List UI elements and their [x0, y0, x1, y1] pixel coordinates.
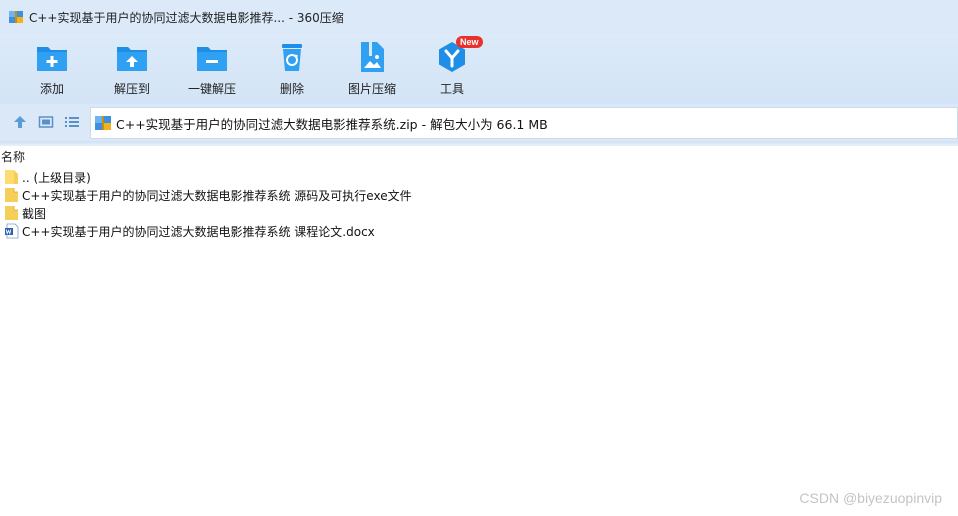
- address-field[interactable]: C++实现基于用户的协同过滤大数据电影推荐系统.zip - 解包大小为 66.1…: [90, 107, 958, 139]
- tools-button[interactable]: New 工具: [412, 36, 492, 97]
- view-list-icon[interactable]: [64, 114, 80, 130]
- extract-to-label: 解压到: [113, 82, 150, 96]
- folder-extract-icon: [117, 47, 147, 71]
- add-label: 添加: [39, 82, 64, 96]
- archive-app-icon: [9, 11, 23, 23]
- folder-document-icon: [5, 206, 18, 220]
- add-button[interactable]: 添加: [12, 40, 92, 97]
- delete-label: 删除: [279, 82, 304, 96]
- view-thumbnail-icon[interactable]: [38, 114, 54, 130]
- one-click-extract-label: 一键解压: [187, 82, 236, 96]
- toolbar: 添加 解压到 一键解压 删除 图片压缩 New 工具: [0, 34, 958, 104]
- folder-minus-icon: [197, 47, 227, 71]
- column-name-label: 名称: [1, 149, 26, 164]
- one-click-extract-button[interactable]: 一键解压: [172, 40, 252, 97]
- image-compress-button[interactable]: 图片压缩: [332, 40, 412, 97]
- window-title: C++实现基于用户的协同过滤大数据电影推荐... - 360压缩: [29, 10, 344, 25]
- tools-label: 工具: [439, 82, 464, 96]
- folder-icon: [5, 170, 18, 184]
- column-header[interactable]: 名称: [0, 146, 958, 166]
- file-name: 截图: [22, 206, 47, 221]
- folder-document-icon: [5, 188, 18, 202]
- list-item[interactable]: C++实现基于用户的协同过滤大数据电影推荐系统 课程论文.docx: [0, 222, 958, 240]
- path-bar: C++实现基于用户的协同过滤大数据电影推荐系统.zip - 解包大小为 66.1…: [0, 104, 958, 141]
- extract-to-button[interactable]: 解压到: [92, 40, 172, 97]
- recycle-bin-icon: [282, 44, 302, 71]
- list-item[interactable]: 截图: [0, 204, 958, 222]
- image-compress-label: 图片压缩: [347, 82, 396, 96]
- folder-add-icon: [37, 47, 67, 71]
- image-zip-icon: [361, 42, 384, 72]
- file-name: C++实现基于用户的协同过滤大数据电影推荐系统 课程论文.docx: [22, 224, 375, 239]
- file-name: .. (上级目录): [22, 170, 91, 185]
- file-name: C++实现基于用户的协同过滤大数据电影推荐系统 源码及可执行exe文件: [22, 188, 412, 203]
- new-badge: New: [456, 36, 483, 48]
- path-text: C++实现基于用户的协同过滤大数据电影推荐系统.zip - 解包大小为 66.1…: [116, 116, 548, 132]
- zip-file-icon: [95, 116, 111, 130]
- word-document-icon: [5, 223, 19, 239]
- title-bar: C++实现基于用户的协同过滤大数据电影推荐... - 360压缩: [0, 0, 958, 34]
- watermark: CSDN @biyezuopinvip: [799, 490, 942, 506]
- delete-button[interactable]: 删除: [252, 40, 332, 97]
- list-item[interactable]: C++实现基于用户的协同过滤大数据电影推荐系统 源码及可执行exe文件: [0, 186, 958, 204]
- up-arrow-icon[interactable]: [12, 114, 28, 130]
- file-list: .. (上级目录) C++实现基于用户的协同过滤大数据电影推荐系统 源码及可执行…: [0, 168, 958, 240]
- list-item-parent-dir[interactable]: .. (上级目录): [0, 168, 958, 186]
